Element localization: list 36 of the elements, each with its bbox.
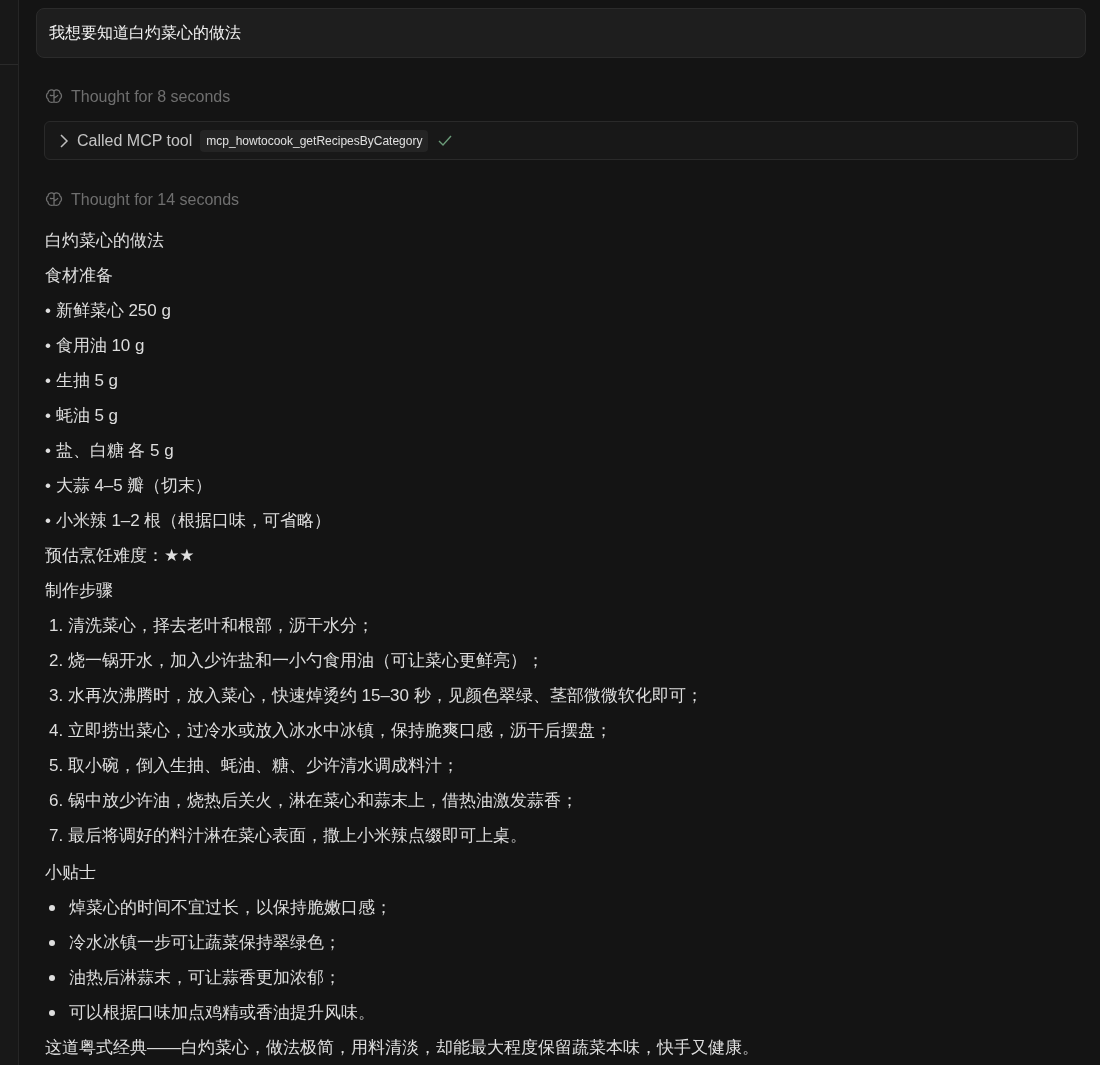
thought-label: Thought for 8 seconds <box>71 88 231 107</box>
tool-name-tag: mcp_howtocook_getRecipesByCategory <box>200 129 429 152</box>
tip-item: 焯菜心的时间不宜过长，以保持脆嫩口感； <box>69 897 392 919</box>
brain-icon <box>45 191 63 208</box>
tip-item: 油热后淋蒜末，可让蒜香更加浓郁； <box>69 967 341 989</box>
step-item: 5. 取小碗，倒入生抽、蚝油、糖、少许清水调成料汁； <box>48 755 460 777</box>
ingredient-item: • 蚝油 5 g <box>45 405 120 427</box>
bullet-icon <box>49 904 55 911</box>
step-item: 6. 锅中放少许油，烧热后关火，淋在菜心和蒜末上，借热油激发蒜香； <box>48 790 579 812</box>
tip-item: 冷水冰镇一步可让蔬菜保持翠绿色； <box>69 932 341 954</box>
bullet-icon <box>49 1009 55 1016</box>
difficulty-text: 预估烹饪难度：★★ <box>45 545 196 567</box>
step-item: 4. 立即捞出菜心，过冷水或放入冰水中冰镇，保持脆爽口感，沥干后摆盘； <box>48 720 613 742</box>
ingredient-item: • 盐、白糖 各 5 g <box>45 440 175 462</box>
tool-call-card[interactable]: Called MCP tool mcp_howtocook_getRecipesByCategory <box>44 120 1078 161</box>
user-message: 我想要知道白灼菜心的做法 <box>36 8 1086 58</box>
brain-icon <box>45 89 63 106</box>
tip-item: 可以根据口味加点鸡精或香油提升风味。 <box>69 1002 375 1024</box>
step-item: 1. 清洗菜心，择去老叶和根部，沥干水分； <box>48 615 375 637</box>
tool-call-label: Called MCP tool <box>77 131 193 150</box>
summary-text: 这道粤式经典——白灼菜心，做法极简，用料清淡，却能最大程度保留蔬菜本味，快手又健康。 <box>45 1037 760 1059</box>
section-heading: 小贴士 <box>45 862 97 884</box>
bullet-icon <box>49 939 55 946</box>
thought-label: Thought for 14 seconds <box>71 190 240 209</box>
step-item: 7. 最后将调好的料汁淋在菜心表面，撒上小米辣点缀即可上桌。 <box>48 825 528 847</box>
ingredient-item: • 生抽 5 g <box>45 370 120 392</box>
ingredient-item: • 大蒜 4–5 瓣（切末） <box>45 475 214 497</box>
ingredient-item: • 小米辣 1–2 根（根据口味，可省略） <box>45 510 333 532</box>
ingredient-item: • 食用油 10 g <box>45 335 146 357</box>
step-item: 3. 水再次沸腾时，放入菜心，快速焯烫约 15–30 秒，见颜色翠绿、茎部微微软化即可； <box>48 685 704 707</box>
answer-title: 白灼菜心的做法 <box>45 230 165 252</box>
section-heading: 制作步骤 <box>45 580 114 602</box>
bullet-icon <box>49 974 55 981</box>
step-item: 2. 烧一锅开水，加入少许盐和一小勺食用油（可让菜心更鲜亮）； <box>48 650 545 672</box>
ingredient-item: • 新鲜菜心 250 g <box>45 300 172 322</box>
section-heading: 食材准备 <box>45 265 114 287</box>
